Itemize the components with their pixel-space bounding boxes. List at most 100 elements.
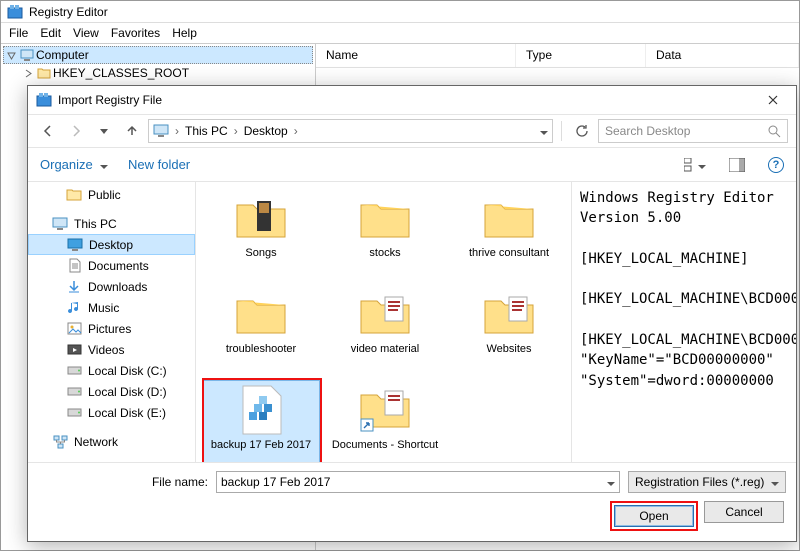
col-data[interactable]: Data <box>646 44 799 67</box>
file-tile[interactable]: Websites <box>450 284 568 380</box>
col-name[interactable]: Name <box>316 44 516 67</box>
folder-doc-icon <box>353 289 417 339</box>
file-tile[interactable]: troubleshooter <box>202 284 320 380</box>
file-label: video material <box>351 343 419 355</box>
disk-icon <box>66 384 82 400</box>
search-box[interactable]: Search Desktop <box>598 119 788 143</box>
regedit-icon <box>36 92 52 108</box>
sidebar-item-videos[interactable]: Videos <box>28 339 195 360</box>
preview-pane-button[interactable] <box>726 154 748 176</box>
pc-icon <box>153 124 169 138</box>
view-mode-button[interactable] <box>684 154 706 176</box>
crumb-root[interactable]: This PC <box>185 124 228 138</box>
file-tile[interactable]: Documents - Shortcut <box>326 380 444 462</box>
folder-icon <box>37 66 51 80</box>
dialog-title: Import Registry File <box>58 93 162 107</box>
menubar: File Edit View Favorites Help <box>1 23 799 43</box>
file-tile[interactable]: thrive consultant <box>450 188 568 284</box>
window-title: Registry Editor <box>29 5 108 19</box>
sidebar-item-desktop[interactable]: Desktop <box>28 234 195 255</box>
filename-value: backup 17 Feb 2017 <box>221 475 330 489</box>
sidebar-item-label: Network <box>74 435 118 449</box>
folder-icon <box>66 187 82 203</box>
breadcrumb[interactable]: This PC Desktop <box>148 119 553 143</box>
menu-edit[interactable]: Edit <box>40 26 61 40</box>
highlight-annotation: Open <box>610 501 698 531</box>
search-placeholder: Search Desktop <box>605 124 690 138</box>
folder-icon <box>477 193 541 243</box>
file-tile[interactable]: Songs <box>202 188 320 284</box>
sidebar-item-music[interactable]: Music <box>28 297 195 318</box>
back-button[interactable] <box>36 119 60 143</box>
file-label: Websites <box>486 343 531 355</box>
sidebar-item-label: This PC <box>74 217 117 231</box>
sidebar-item-local-disk-e-[interactable]: Local Disk (E:) <box>28 402 195 423</box>
sidebar-item-label: Videos <box>88 343 124 357</box>
open-button[interactable]: Open <box>614 505 694 527</box>
file-tile[interactable]: video material <box>326 284 444 380</box>
doc-icon <box>66 258 82 274</box>
sidebar[interactable]: Public This PC Desktop Documents Downloads Mu… <box>28 182 196 462</box>
sidebar-item-label: Public <box>88 188 121 202</box>
menu-help[interactable]: Help <box>172 26 197 40</box>
forward-button[interactable] <box>64 119 88 143</box>
dialog-body: Public This PC Desktop Documents Downloads Mu… <box>28 182 796 462</box>
sidebar-item-local-disk-c-[interactable]: Local Disk (C:) <box>28 360 195 381</box>
sidebar-item-label: Pictures <box>88 322 131 336</box>
tree-root[interactable]: Computer <box>3 46 313 64</box>
tree-item-classes-root[interactable]: HKEY_CLASSES_ROOT <box>3 64 313 82</box>
filename-input[interactable]: backup 17 Feb 2017 <box>216 471 620 493</box>
sidebar-item-documents[interactable]: Documents <box>28 255 195 276</box>
titlebar: Registry Editor <box>1 1 799 23</box>
folder-doc-icon <box>477 289 541 339</box>
up-button[interactable] <box>120 119 144 143</box>
new-folder-button[interactable]: New folder <box>128 157 190 172</box>
file-label: Documents - Shortcut <box>332 439 438 451</box>
help-button[interactable]: ? <box>768 157 784 173</box>
crumb-dropdown[interactable] <box>540 124 548 138</box>
sidebar-item-label: Local Disk (E:) <box>88 406 166 420</box>
file-grid[interactable]: Songsstocks thrive consultant troubleshoot… <box>196 182 572 462</box>
dialog-footer: File name: backup 17 Feb 2017 Registrati… <box>28 462 796 541</box>
menu-favorites[interactable]: Favorites <box>111 26 160 40</box>
pic-icon <box>66 321 82 337</box>
search-icon <box>768 125 781 138</box>
sidebar-item-local-disk-d-[interactable]: Local Disk (D:) <box>28 381 195 402</box>
import-dialog: Import Registry File This PC Desktop Sea… <box>27 85 797 542</box>
filter-dropdown-icon <box>771 475 779 489</box>
col-type[interactable]: Type <box>516 44 646 67</box>
recent-dropdown[interactable] <box>92 119 116 143</box>
collapse-icon[interactable] <box>4 48 18 62</box>
sidebar-item-network[interactable]: Network <box>28 431 195 452</box>
sidebar-item-label: Local Disk (D:) <box>88 385 167 399</box>
sidebar-item-this-pc[interactable]: This PC <box>28 213 195 234</box>
filetype-filter[interactable]: Registration Files (*.reg) <box>628 471 786 493</box>
refresh-button[interactable] <box>570 119 594 143</box>
sidebar-item-label: Music <box>88 301 119 315</box>
crumb-loc[interactable]: Desktop <box>244 124 288 138</box>
file-tile[interactable]: stocks <box>326 188 444 284</box>
menu-file[interactable]: File <box>9 26 28 40</box>
sidebar-item-downloads[interactable]: Downloads <box>28 276 195 297</box>
filename-dropdown-icon[interactable] <box>607 475 615 489</box>
menu-view[interactable]: View <box>73 26 99 40</box>
sidebar-item-public[interactable]: Public <box>28 184 195 205</box>
list-header: Name Type Data <box>316 44 799 68</box>
tree-item-label: HKEY_CLASSES_ROOT <box>53 66 189 80</box>
pc-icon <box>52 216 68 232</box>
disk-icon <box>66 363 82 379</box>
cancel-button[interactable]: Cancel <box>704 501 784 523</box>
disk-icon <box>66 405 82 421</box>
organize-menu[interactable]: Organize <box>40 157 108 172</box>
close-button[interactable] <box>758 90 788 110</box>
tree-root-label: Computer <box>36 48 89 62</box>
regedit-icon <box>7 4 23 20</box>
filename-label: File name: <box>38 475 208 489</box>
sidebar-item-label: Documents <box>88 259 149 273</box>
file-label: thrive consultant <box>469 247 549 259</box>
expand-icon[interactable] <box>21 66 35 80</box>
file-label: troubleshooter <box>226 343 296 355</box>
sidebar-item-pictures[interactable]: Pictures <box>28 318 195 339</box>
vid-icon <box>66 342 82 358</box>
sidebar-item-label: Desktop <box>89 238 133 252</box>
